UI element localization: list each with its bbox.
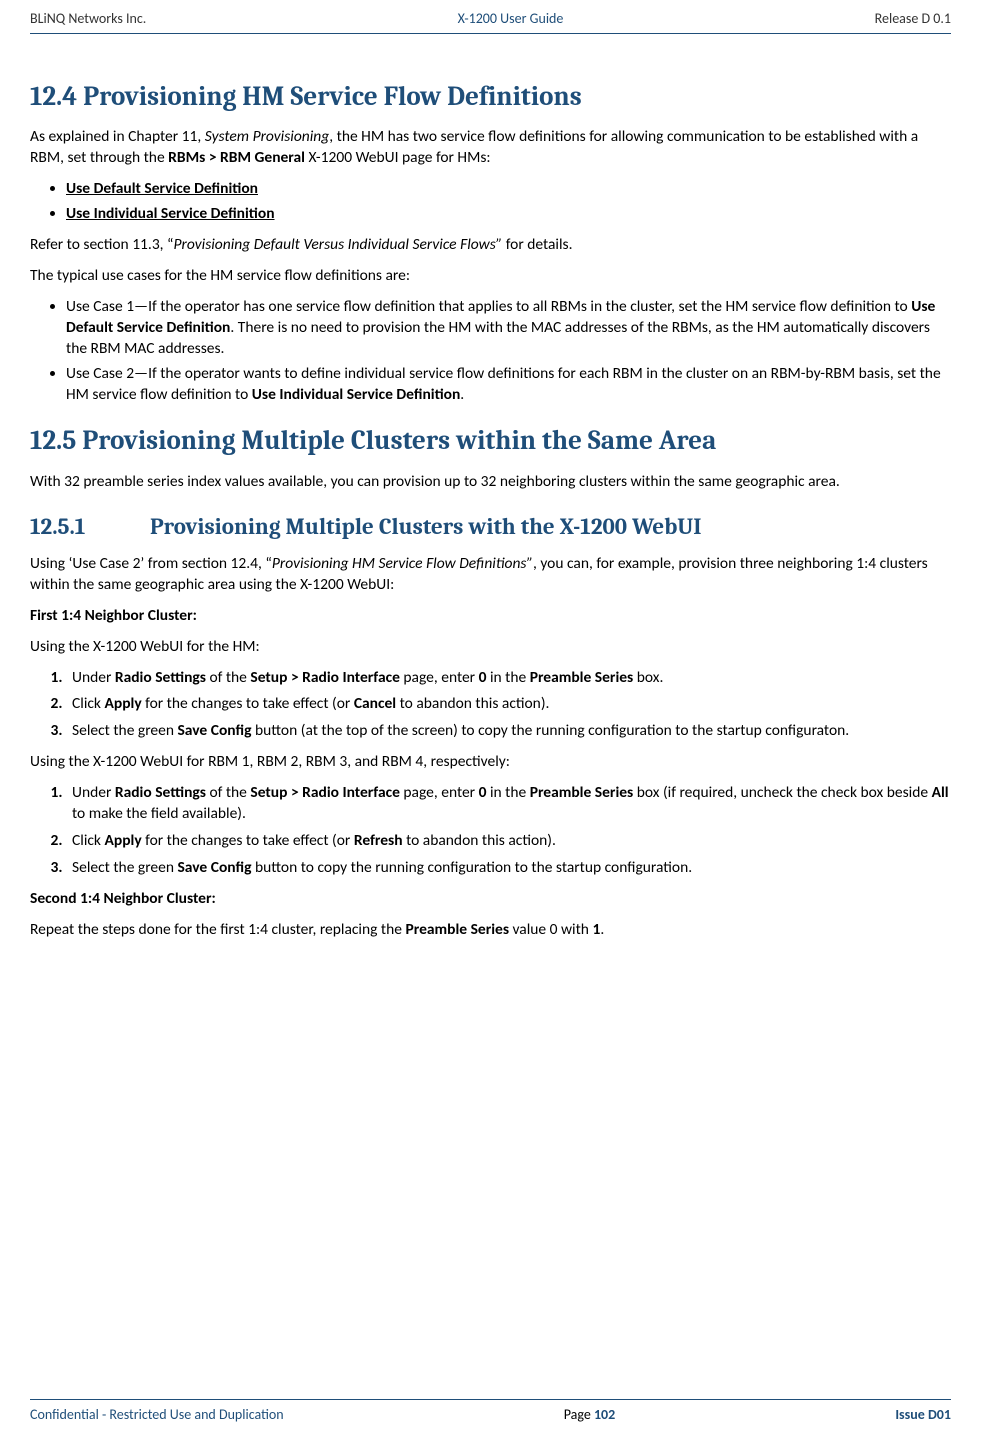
paragraph: Using ‘Use Case 2’ from section 12.4, “P… xyxy=(30,554,951,596)
text-bold: Radio Settings xyxy=(115,783,206,802)
text-bold-underline: Use Default Service Definition xyxy=(66,179,258,198)
text: button to copy the running configuration… xyxy=(251,858,692,877)
text: for the changes to take effect (or xyxy=(142,694,354,713)
heading-12-5-1: 12.5.1Provisioning Multiple Clusters wit… xyxy=(30,511,951,542)
text-italic: Provisioning HM Service Flow Definitions… xyxy=(272,554,533,573)
list-item: Use Default Service Definition xyxy=(66,179,951,200)
text: Repeat the steps done for the first 1:4 … xyxy=(30,920,405,939)
paragraph: Repeat the steps done for the first 1:4 … xyxy=(30,920,951,941)
text: Refer to section 11.3, “ xyxy=(30,235,174,254)
page-label: Page xyxy=(564,1406,594,1423)
text: Use Case 1—If the operator has one servi… xyxy=(66,297,911,316)
text-bold-underline: Use Individual Service Definition xyxy=(66,204,275,223)
text-italic: System Provisioning xyxy=(205,127,329,146)
text: to abandon this action). xyxy=(403,831,556,850)
footer-right: Issue D01 xyxy=(895,1406,951,1425)
text: . xyxy=(600,920,604,939)
paragraph: Refer to section 11.3, “Provisioning Def… xyxy=(30,235,951,256)
text: Using ‘Use Case 2’ from section 12.4, “ xyxy=(30,554,272,573)
text: button (at the top of the screen) to cop… xyxy=(251,721,849,740)
text: As explained in Chapter 11, xyxy=(30,127,205,146)
page-number: 102 xyxy=(594,1406,615,1423)
paragraph: The typical use cases for the HM service… xyxy=(30,266,951,287)
paragraph: Using the X-1200 WebUI for RBM 1, RBM 2,… xyxy=(30,752,951,773)
list-item: Select the green Save Config button to c… xyxy=(66,858,951,879)
text-bold: Setup > Radio Interface xyxy=(250,783,400,802)
text: in the xyxy=(486,668,529,687)
text-bold: Radio Settings xyxy=(115,668,206,687)
text: in the xyxy=(486,783,529,802)
bullet-list: Use Default Service Definition Use Indiv… xyxy=(30,179,951,225)
document-page: BLiNQ Networks Inc. X-1200 User Guide Re… xyxy=(0,0,981,1443)
page-footer: Confidential - Restricted Use and Duplic… xyxy=(30,1399,951,1425)
list-item: Under Radio Settings of the Setup > Radi… xyxy=(66,783,951,825)
text-italic: Provisioning Default Versus Individual S… xyxy=(174,235,503,254)
header-left: BLiNQ Networks Inc. xyxy=(30,10,146,29)
list-item: Click Apply for the changes to take effe… xyxy=(66,831,951,852)
text-bold: Apply xyxy=(104,694,141,713)
heading-number: 12.5.1 xyxy=(30,511,150,542)
subheading-first-cluster: First 1:4 Neighbor Cluster: xyxy=(30,606,951,627)
text-bold: Refresh xyxy=(354,831,403,850)
text: of the xyxy=(206,783,250,802)
list-item: Click Apply for the changes to take effe… xyxy=(66,694,951,715)
footer-left: Confidential - Restricted Use and Duplic… xyxy=(30,1406,284,1425)
list-item: Select the green Save Config button (at … xyxy=(66,721,951,742)
header-center: X-1200 User Guide xyxy=(458,10,564,29)
heading-12-4: 12.4 Provisioning HM Service Flow Defini… xyxy=(30,79,951,115)
text: value 0 with xyxy=(509,920,592,939)
text-bold: Cancel xyxy=(354,694,396,713)
text: page, enter xyxy=(400,783,479,802)
text: for the changes to take effect (or xyxy=(142,831,354,850)
text-bold: RBMs > RBM General xyxy=(168,148,305,167)
text: box (if required, uncheck the check box … xyxy=(633,783,931,802)
list-item: Under Radio Settings of the Setup > Radi… xyxy=(66,668,951,689)
text-bold: Apply xyxy=(104,831,141,850)
text-bold: Preamble Series xyxy=(405,920,509,939)
list-item: Use Individual Service Definition xyxy=(66,204,951,225)
text: Click xyxy=(72,831,104,850)
text: Under xyxy=(72,668,115,687)
text-bold: Preamble Series xyxy=(530,783,634,802)
text-bold: Setup > Radio Interface xyxy=(250,668,400,687)
bullet-list: Use Case 1—If the operator has one servi… xyxy=(30,297,951,406)
text-bold: Save Config xyxy=(177,721,251,740)
subheading-second-cluster: Second 1:4 Neighbor Cluster: xyxy=(30,889,951,910)
text: box. xyxy=(633,668,663,687)
heading-12-5: 12.5 Provisioning Multiple Clusters with… xyxy=(30,423,951,459)
paragraph: Using the X-1200 WebUI for the HM: xyxy=(30,637,951,658)
paragraph: With 32 preamble series index values ava… xyxy=(30,472,951,493)
text: of the xyxy=(206,668,250,687)
list-item: Use Case 1—If the operator has one servi… xyxy=(66,297,951,360)
text: Click xyxy=(72,694,104,713)
text: X-1200 WebUI page for HMs: xyxy=(305,148,491,167)
text: page, enter xyxy=(400,668,479,687)
heading-text: Provisioning Multiple Clusters with the … xyxy=(150,513,702,540)
ordered-list: Under Radio Settings of the Setup > Radi… xyxy=(30,668,951,743)
text: for details. xyxy=(502,235,572,254)
paragraph: As explained in Chapter 11, System Provi… xyxy=(30,127,951,169)
text: to abandon this action). xyxy=(396,694,549,713)
footer-page: Page 102 xyxy=(564,1406,616,1425)
text-bold: Preamble Series xyxy=(530,668,634,687)
text: Select the green xyxy=(72,721,177,740)
text: . xyxy=(460,385,464,404)
text-bold: All xyxy=(932,783,949,802)
header-right: Release D 0.1 xyxy=(875,10,951,29)
text: Under xyxy=(72,783,115,802)
text: Use Case 2—If the operator wants to defi… xyxy=(66,364,941,404)
text: Select the green xyxy=(72,858,177,877)
text: to make the field available). xyxy=(72,804,246,823)
ordered-list: Under Radio Settings of the Setup > Radi… xyxy=(30,783,951,879)
text-bold: Save Config xyxy=(177,858,251,877)
page-header: BLiNQ Networks Inc. X-1200 User Guide Re… xyxy=(30,10,951,34)
text-bold: Use Individual Service Definition xyxy=(252,385,461,404)
list-item: Use Case 2—If the operator wants to defi… xyxy=(66,364,951,406)
